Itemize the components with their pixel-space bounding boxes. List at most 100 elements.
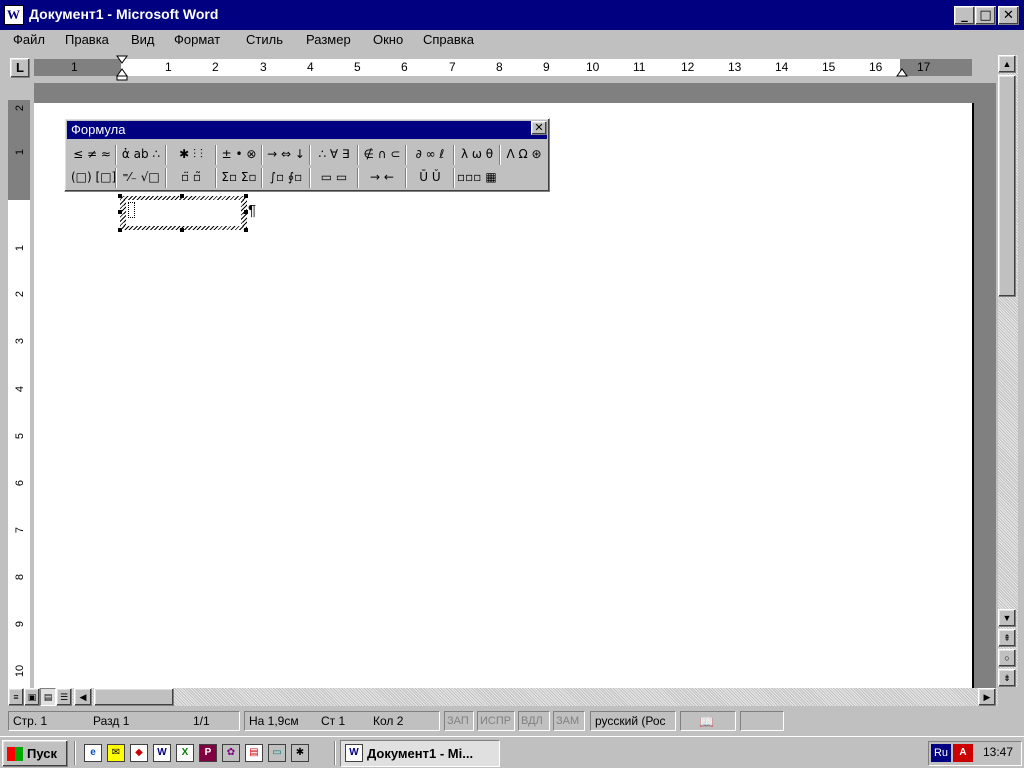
relations-palette-button[interactable]: ≤ ≠ ≈ [71,144,113,166]
arrows-palette-button[interactable]: → ⇔ ↓ [265,144,307,166]
ruler-tick: 17 [917,60,931,74]
menu-format[interactable]: Формат [174,32,220,47]
greek-upper-palette-button[interactable]: Λ Ω ⊛ [503,144,545,166]
menu-view[interactable]: Вид [131,32,155,47]
greek-lower-palette-button[interactable]: λ ω θ [457,144,497,166]
next-page-button[interactable]: ⇟ [998,669,1016,687]
vertical-ruler[interactable]: 2 1 1 2 3 4 5 6 7 8 9 10 [8,100,30,688]
fences-palette-button[interactable]: (□) [□] [71,167,116,189]
menu-bar: Файл Правка Вид Формат Стиль Размер Окно… [0,30,1024,52]
ruler-tick: 3 [14,337,26,345]
products-set-palette-button[interactable]: Ū Ǔ [409,167,451,189]
status-language[interactable]: русский (Рос [590,711,676,731]
formula-toolbar-title[interactable]: Формула [67,121,547,139]
access-launch-icon[interactable]: ✿ [222,744,240,762]
ruler-tick: 14 [775,60,789,74]
scroll-left-button[interactable]: ◀ [74,688,92,706]
status-position-panel: Стр. 1 Разд 1 1/1 [8,711,240,731]
embellishments-palette-button[interactable]: ✱ ⫶ ⫶ [169,144,213,166]
title-bar: W Документ1 - Microsoft Word _ □ ✕ [0,0,1024,30]
outlook-express-icon[interactable]: ✉ [107,744,125,762]
keyboard-switcher-icon[interactable]: A [953,744,973,762]
vectors-palette-button[interactable]: ▫▫▫ [457,167,481,189]
word-launch-icon[interactable]: W [153,744,171,762]
status-record-macro[interactable]: ЗАП [444,711,474,731]
matrices-palette-button[interactable]: ▦ [481,167,501,189]
select-browse-object-button[interactable]: ○ [998,649,1016,667]
task-word-document[interactable]: W Документ1 - Mi... [340,740,500,767]
ruler-tick: 13 [728,60,742,74]
language-indicator[interactable]: Ru [931,744,951,762]
paragraph-mark: ¶ [248,202,257,219]
status-page: Стр. 1 [13,714,48,728]
status-extend-selection[interactable]: ВДЛ [518,711,550,731]
spaces-ellipses-palette-button[interactable]: ἀ ab ∴ [119,144,163,166]
menu-help[interactable]: Справка [423,32,474,47]
status-column: Кол 2 [373,714,404,728]
ruler-tick: 10 [14,664,26,678]
fractions-radicals-palette-button[interactable]: ⁼⁄₋ √□ [119,167,163,189]
channels-icon[interactable]: ◆ [130,744,148,762]
integrals-palette-button[interactable]: ∫▫ ∮▫ [265,167,307,189]
equation-input[interactable] [126,200,241,226]
scripts-palette-button[interactable]: ▫̈ ▫̃ [169,167,213,189]
equation-slot[interactable] [128,202,135,218]
task-label: Документ1 - Mi... [367,746,474,761]
ruler-tick: 3 [260,60,267,74]
vertical-scrollbar[interactable]: ▲ ▼ ⇞ ○ ⇟ [998,55,1018,687]
online-layout-icon: ▣ [27,692,37,702]
underbars-overbars-palette-button[interactable]: ▭ ▭ [313,167,355,189]
online-layout-button[interactable]: ▣ [24,688,40,706]
powerpoint-launch-icon[interactable]: P [199,744,217,762]
scroll-right-button[interactable]: ▶ [978,688,996,706]
excel-launch-icon[interactable]: X [176,744,194,762]
menu-style[interactable]: Стиль [246,32,283,47]
summation-palette-button[interactable]: Σ▫ Σ▫ [219,167,259,189]
equation-object[interactable]: ¶ [118,194,256,232]
horizontal-ruler[interactable]: 1 1 2 3 4 5 6 7 8 9 10 11 12 13 14 15 16… [0,55,998,81]
status-track-changes[interactable]: ИСПР [477,711,515,731]
page-layout-icon: ▤ [43,692,53,702]
save-disk-icon[interactable]: ▤ [245,744,263,762]
misc-symbols-palette-button[interactable]: ∂ ∞ ℓ [409,144,451,166]
set-theory-palette-button[interactable]: ∉ ∩ ⊂ [361,144,403,166]
menu-edit[interactable]: Правка [65,32,109,47]
labeled-arrows-palette-button[interactable]: → ← [361,167,403,189]
vertical-scroll-thumb[interactable] [998,75,1016,297]
ruler-tick: 5 [14,432,26,440]
normal-view-button[interactable]: ≡ [8,688,24,706]
menu-file[interactable]: Файл [13,32,45,47]
formula-toolbar-close-button[interactable]: ✕ [531,121,547,135]
spelling-status-panel[interactable]: 📖 [680,711,736,731]
outline-view-button[interactable]: ☰ [56,688,72,706]
desktop-icon[interactable]: ▭ [268,744,286,762]
logic-palette-button[interactable]: ∴ ∀ ∃ [313,144,355,166]
close-button[interactable]: ✕ [998,6,1019,25]
ruler-tick: 2 [14,290,26,298]
start-button-label: Пуск [27,746,57,761]
start-button[interactable]: Пуск [2,740,68,767]
internet-explorer-icon[interactable]: e [84,744,102,762]
right-indent-marker[interactable] [895,55,909,81]
taskbar: Пуск e ✉ ◆ W X P ✿ ▤ ▭ ✱ W Документ1 - M… [0,736,1024,768]
left-indent-marker[interactable] [115,55,129,81]
clock[interactable]: 13:47 [983,745,1013,759]
menu-size[interactable]: Размер [306,32,351,47]
horizontal-scrollbar[interactable]: ≡ ▣ ▤ ☰ ◀ ▶ [8,688,998,706]
tools-icon[interactable]: ✱ [291,744,309,762]
page-layout-button[interactable]: ▤ [40,688,56,706]
ruler-tick: 2 [212,60,219,74]
formula-toolbar: Формула ✕ ≤ ≠ ≈ ἀ ab ∴ ✱ ⫶ ⫶ ± • ⊗ → ⇔ ↓… [64,118,550,192]
operators-palette-button[interactable]: ± • ⊗ [219,144,259,166]
menu-window[interactable]: Окно [373,32,403,47]
scroll-up-button[interactable]: ▲ [998,55,1016,73]
maximize-button[interactable]: □ [975,6,996,25]
horizontal-scroll-thumb[interactable] [94,688,174,706]
system-tray: Ru A 13:47 [928,741,1022,766]
word-app-icon[interactable]: W [4,5,24,25]
status-overtype[interactable]: ЗАМ [553,711,585,731]
previous-page-button[interactable]: ⇞ [998,629,1016,647]
minimize-button[interactable]: _ [954,6,975,25]
window-title: Документ1 - Microsoft Word [29,6,219,22]
scroll-down-button[interactable]: ▼ [998,609,1016,627]
